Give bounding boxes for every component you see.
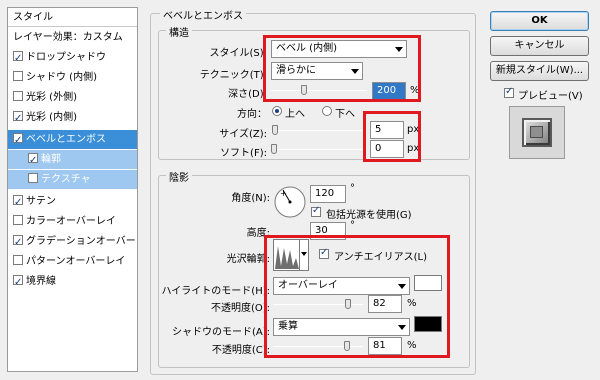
style-item-texture[interactable]: テクスチャ bbox=[8, 170, 137, 189]
slider-thumb[interactable] bbox=[271, 144, 277, 154]
checkbox[interactable] bbox=[13, 273, 23, 291]
style-item-blending[interactable]: レイヤー効果：カスタム bbox=[8, 28, 137, 47]
annotation-highlight-box bbox=[363, 111, 421, 162]
slider-track bbox=[271, 130, 363, 131]
style-item-label: シャドウ (内側) bbox=[26, 72, 97, 83]
direction-up-radio[interactable] bbox=[272, 106, 282, 116]
style-item-gradient-overlay[interactable]: グラデーションオーバーレイ bbox=[8, 232, 137, 251]
angle-input[interactable]: 120 bbox=[310, 185, 346, 203]
soften-label: ソフト(F): bbox=[220, 148, 267, 159]
angle-unit: ° bbox=[350, 183, 355, 194]
annotation-highlight-box bbox=[264, 235, 450, 358]
style-item-satin[interactable]: サテン bbox=[8, 192, 137, 211]
style-item-label: 光彩 (外側) bbox=[26, 92, 77, 103]
depth-label: 深さ(D): bbox=[228, 89, 267, 100]
style-item-color-overlay[interactable]: カラーオーバーレイ bbox=[8, 212, 137, 231]
style-item-label: レイヤー効果：カスタム bbox=[13, 32, 123, 43]
style-item-label: 境界線 bbox=[26, 276, 56, 287]
technique-label: テクニック(T): bbox=[199, 70, 267, 81]
checkbox[interactable] bbox=[13, 255, 23, 265]
ok-button[interactable]: OK bbox=[490, 11, 589, 31]
style-item-outer-glow[interactable]: 光彩 (外側) bbox=[8, 88, 137, 107]
style-item-label: カラーオーバーレイ bbox=[26, 216, 116, 227]
angle-dial[interactable]: + bbox=[273, 185, 307, 219]
style-item-label: ベベルとエンボス bbox=[26, 134, 106, 145]
style-item-stroke[interactable]: 境界線 bbox=[8, 272, 137, 291]
structure-title: 構造 bbox=[166, 24, 192, 39]
checkbox[interactable] bbox=[13, 193, 23, 211]
cancel-button[interactable]: キャンセル bbox=[490, 36, 589, 56]
highlight-opacity-label: 不透明度(O): bbox=[210, 303, 270, 314]
direction-down-radio[interactable] bbox=[322, 106, 332, 116]
global-light-checkbox[interactable] bbox=[311, 205, 321, 217]
style-list-header[interactable]: スタイル bbox=[8, 8, 137, 27]
checkbox[interactable] bbox=[13, 71, 23, 81]
direction-up-label: 上へ bbox=[285, 109, 305, 120]
angle-label: 角度(N): bbox=[231, 193, 270, 204]
direction-down-label: 下へ bbox=[335, 109, 355, 120]
checkbox[interactable] bbox=[13, 233, 23, 251]
style-item-label: 光彩 (内側) bbox=[26, 112, 77, 123]
style-item-inner-glow[interactable]: 光彩 (内側) bbox=[8, 108, 137, 127]
style-item-pattern-overlay[interactable]: パターンオーバーレイ bbox=[8, 252, 137, 271]
preview-inner bbox=[530, 126, 543, 138]
style-label: スタイル(S): bbox=[209, 48, 267, 59]
style-item-label: パターンオーバーレイ bbox=[26, 256, 126, 267]
gloss-contour-label: 光沢輪郭: bbox=[226, 254, 270, 265]
style-item-bevel-emboss[interactable]: ベベルとエンボス bbox=[8, 130, 137, 149]
size-label: サイズ(Z): bbox=[219, 129, 267, 140]
checkbox[interactable] bbox=[13, 109, 23, 127]
checkbox[interactable] bbox=[28, 151, 38, 169]
style-item-label: グラデーションオーバーレイ bbox=[26, 236, 137, 247]
annotation-highlight-box bbox=[263, 35, 421, 102]
checkbox[interactable] bbox=[13, 131, 23, 149]
slider-thumb[interactable] bbox=[272, 125, 278, 135]
style-item-drop-shadow[interactable]: ドロップシャドウ bbox=[8, 48, 137, 67]
style-item-inner-shadow[interactable]: シャドウ (内側) bbox=[8, 68, 137, 87]
shadow-mode-label: シャドウのモード(A): bbox=[171, 327, 270, 338]
new-style-button[interactable]: 新規スタイル(W)... bbox=[490, 61, 589, 81]
checkbox[interactable] bbox=[13, 91, 23, 101]
preview-thumbnail bbox=[509, 106, 565, 159]
style-list: スタイル レイヤー効果：カスタム ドロップシャドウ シャドウ (内側) 光彩 (… bbox=[7, 7, 138, 372]
slider-track bbox=[271, 149, 363, 150]
size-slider[interactable] bbox=[271, 125, 363, 135]
checkbox[interactable] bbox=[13, 49, 23, 67]
checkbox[interactable] bbox=[13, 215, 23, 225]
dial-center bbox=[288, 200, 292, 204]
global-light-label: 包括光源を使用(G) bbox=[326, 210, 412, 221]
layer-style-dialog: スタイル レイヤー効果：カスタム ドロップシャドウ シャドウ (内側) 光彩 (… bbox=[0, 0, 600, 380]
direction-label: 方向： bbox=[237, 109, 267, 120]
crosshair-icon: + bbox=[280, 189, 287, 198]
checkbox[interactable] bbox=[28, 173, 38, 183]
preview-checkbox[interactable] bbox=[504, 86, 514, 98]
style-item-label: ドロップシャドウ bbox=[26, 52, 106, 63]
preview-label: プレビュー(V) bbox=[518, 91, 583, 102]
preview-swatch bbox=[522, 118, 552, 147]
shadow-opacity-label: 不透明度(C): bbox=[211, 345, 270, 356]
style-item-label: テクスチャ bbox=[41, 174, 91, 185]
altitude-unit: ° bbox=[350, 220, 355, 231]
style-item-label: サテン bbox=[26, 196, 56, 207]
style-item-contour[interactable]: 輪郭 bbox=[8, 150, 137, 169]
altitude-label: 高度: bbox=[246, 228, 270, 239]
style-item-label: 輪郭 bbox=[41, 154, 61, 165]
soften-slider[interactable] bbox=[271, 144, 363, 154]
shading-title: 陰影 bbox=[166, 169, 192, 184]
highlight-mode-label: ハイライトのモード(H): bbox=[161, 286, 271, 297]
bevel-emboss-title: ベベルとエンボス bbox=[160, 7, 246, 22]
